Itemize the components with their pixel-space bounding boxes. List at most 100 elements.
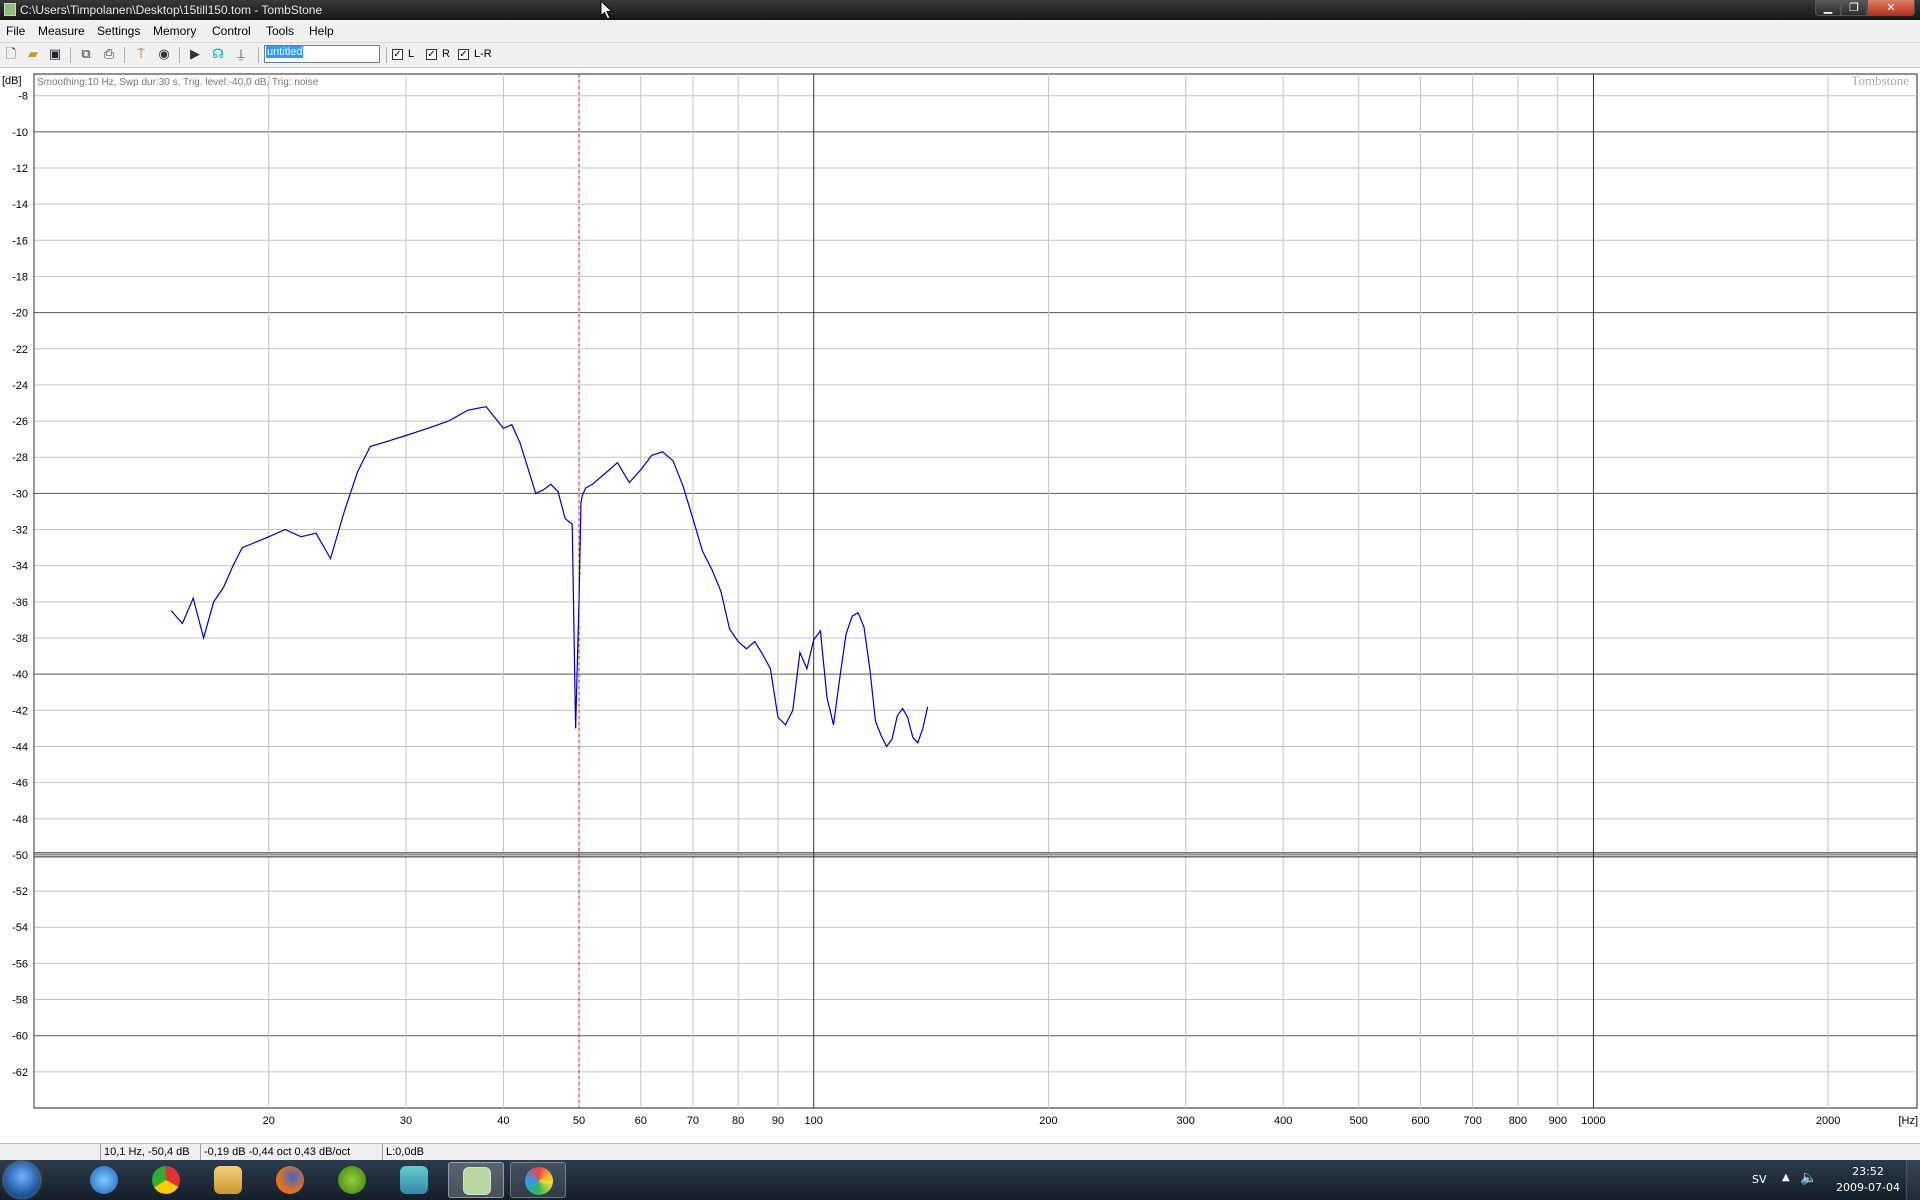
- y-tick-label: -58: [12, 995, 28, 1007]
- new-file-icon[interactable]: 🗋: [2, 46, 20, 64]
- y-tick-label: -12: [12, 163, 28, 175]
- status-bar: 10,1 Hz, -50,4 dB -0,19 dB -0,44 oct 0,4…: [0, 1143, 1920, 1161]
- checkbox-r[interactable]: ✓: [426, 49, 437, 60]
- chrome-icon: [152, 1166, 180, 1194]
- taskbar-firefox[interactable]: [262, 1162, 318, 1198]
- taskbar-messenger[interactable]: [386, 1162, 442, 1198]
- y-tick-label: -26: [12, 416, 28, 428]
- menu-settings[interactable]: Settings: [97, 24, 140, 38]
- x-tick-label: 2000: [1816, 1115, 1840, 1127]
- y-tick-label: -8: [18, 91, 28, 103]
- x-tick-label: 40: [497, 1115, 509, 1127]
- frequency-response-chart[interactable]: -8 -10 -12 -14 -16 -18 -20 -22 -24 -26 -28 -30 -32 -3…: [0, 68, 1920, 1143]
- y-tick-label: -20: [12, 308, 28, 320]
- title-bar[interactable]: C:\Users\Timpolanen\Desktop\15till150.to…: [0, 0, 1920, 20]
- clock-time[interactable]: 23:52: [1838, 1165, 1898, 1178]
- firefox-icon: [276, 1166, 304, 1194]
- checkbox-l[interactable]: ✓: [392, 49, 403, 60]
- plot-frame: [33, 73, 1918, 1109]
- x-tick-label: 500: [1350, 1115, 1368, 1127]
- volume-icon[interactable]: 🔈: [1800, 1170, 1817, 1186]
- y-tick-label: -10: [12, 127, 28, 139]
- y-tick-label: -32: [12, 525, 28, 537]
- y-tick-label: -28: [12, 452, 28, 464]
- menu-help[interactable]: Help: [309, 24, 334, 38]
- y-tick-label: -60: [12, 1031, 28, 1043]
- x-tick-label: 30: [400, 1115, 412, 1127]
- taskbar-paint[interactable]: [510, 1162, 566, 1198]
- toolbar: 🗋 ▰ ▣ ⧉ ⎙ ⍑ ◉ ▶ ☊ ⍊ untitled ✓ L ✓ R ✓ L…: [0, 43, 1920, 68]
- y-tick-label: -48: [12, 814, 28, 826]
- x-tick-label: 90: [772, 1115, 784, 1127]
- measurement-name-input[interactable]: untitled: [264, 45, 380, 63]
- y-tick-label: -40: [12, 669, 28, 681]
- x-tick-label: 200: [1039, 1115, 1057, 1127]
- x-tick-label: 80: [732, 1115, 744, 1127]
- toolbar-separator: [179, 47, 180, 63]
- status-cursor-readout: 10,1 Hz, -50,4 dB: [100, 1144, 200, 1160]
- status-level-readout: L:0,0dB: [382, 1144, 446, 1160]
- taskbar-chrome[interactable]: [138, 1162, 194, 1198]
- minimize-button[interactable]: ▁: [1815, 0, 1841, 16]
- open-folder-icon[interactable]: ▰: [24, 46, 42, 64]
- antenna-icon[interactable]: ⍊: [232, 46, 250, 64]
- save-icon[interactable]: ▣: [46, 46, 64, 64]
- mouse-cursor-icon: [600, 0, 614, 20]
- y-tick-label: -34: [12, 561, 28, 573]
- x-tick-label: 700: [1463, 1115, 1481, 1127]
- menu-measure[interactable]: Measure: [38, 24, 85, 38]
- y-axis-unit-label: [dB]: [2, 75, 22, 87]
- x-tick-label: 300: [1177, 1115, 1195, 1127]
- checkbox-l-label: L: [408, 48, 415, 60]
- play-icon[interactable]: ▶: [186, 46, 204, 64]
- y-tick-label: -62: [12, 1067, 28, 1079]
- toolbar-separator: [258, 47, 259, 63]
- menu-control[interactable]: Control: [212, 24, 251, 38]
- show-desktop-button[interactable]: [1906, 1160, 1920, 1200]
- x-tick-label: 400: [1274, 1115, 1292, 1127]
- taskbar-ie[interactable]: [76, 1162, 132, 1198]
- x-tick-label: 20: [263, 1115, 275, 1127]
- tombstone-icon: [463, 1167, 491, 1195]
- y-tick-label: -46: [12, 778, 28, 790]
- checkbox-l-r[interactable]: ✓: [458, 49, 469, 60]
- y-tick-label: -24: [12, 380, 28, 392]
- x-tick-label: 60: [635, 1115, 647, 1127]
- x-tick-label: 600: [1411, 1115, 1429, 1127]
- start-button[interactable]: [4, 1162, 40, 1198]
- taskbar-spotify[interactable]: [324, 1162, 380, 1198]
- y-tick-label: -16: [12, 235, 28, 247]
- tray-expand-icon[interactable]: ▲: [1782, 1172, 1790, 1183]
- menu-memory[interactable]: Memory: [153, 24, 196, 38]
- y-tick-label: -30: [12, 488, 28, 500]
- copy-icon[interactable]: ⧉: [77, 46, 95, 64]
- app-icon[interactable]: [4, 3, 16, 16]
- status-slope-readout: -0,19 dB -0,44 oct 0,43 dB/oct: [200, 1144, 382, 1160]
- maximize-button[interactable]: ❐: [1841, 0, 1867, 16]
- y-tick-label: -14: [12, 199, 28, 211]
- toolbar-separator: [386, 47, 387, 63]
- taskbar-explorer[interactable]: [200, 1162, 256, 1198]
- menu-file[interactable]: File: [6, 24, 25, 38]
- y-tick-label: -42: [12, 705, 28, 717]
- y-tick-label: -38: [12, 633, 28, 645]
- menu-tools[interactable]: Tools: [266, 24, 294, 38]
- clock-date[interactable]: 2009-07-04: [1832, 1181, 1904, 1194]
- x-tick-label: 70: [687, 1115, 699, 1127]
- x-tick-label: 50: [573, 1115, 585, 1127]
- headphones-icon[interactable]: ☊: [209, 46, 227, 64]
- taskbar-tombstone[interactable]: [448, 1162, 504, 1198]
- print-icon[interactable]: ⎙: [100, 46, 118, 64]
- microphone-icon[interactable]: ⍑: [132, 46, 150, 64]
- measurement-info-text: Smoothing:10 Hz, Swp dur:30 s, Trig. lev…: [37, 77, 319, 88]
- y-tick-label: -56: [12, 958, 28, 970]
- toolbar-separator: [124, 47, 125, 63]
- frequency-response-plot[interactable]: -8 -10 -12 -14 -16 -18 -20 -22 -24 -26 -28 -30 -32 -3…: [0, 68, 1920, 1143]
- window-title: C:\Users\Timpolanen\Desktop\15till150.to…: [20, 3, 323, 17]
- y-tick-label: -44: [12, 741, 28, 753]
- checkbox-r-label: R: [442, 48, 450, 60]
- language-indicator[interactable]: SV: [1752, 1173, 1767, 1186]
- y-tick-label: -54: [12, 922, 28, 934]
- close-button[interactable]: ✕: [1867, 0, 1915, 16]
- target-icon[interactable]: ◉: [155, 46, 173, 64]
